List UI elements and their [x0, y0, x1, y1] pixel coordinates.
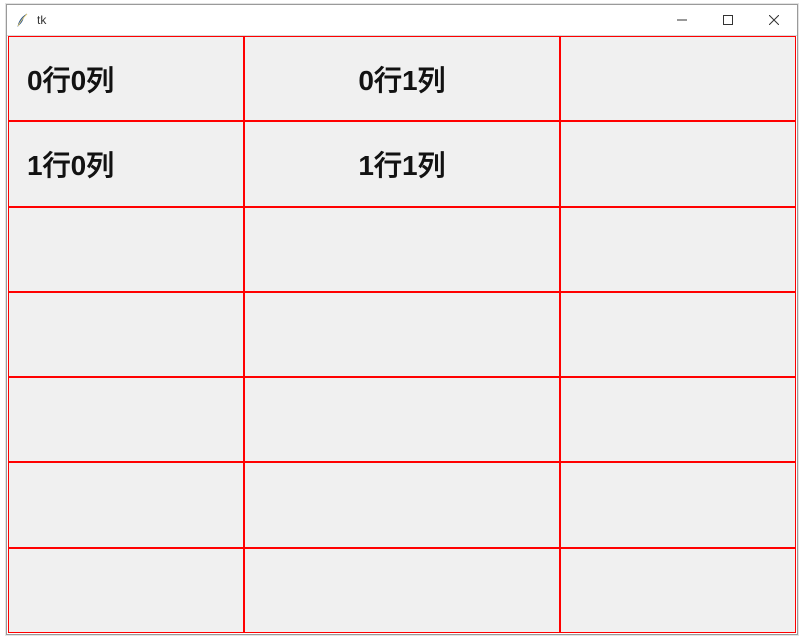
minimize-button[interactable]: [659, 5, 705, 35]
maximize-button[interactable]: [705, 5, 751, 35]
grid-cell-r4-c2: [560, 377, 796, 462]
grid-cell-label: 0行1列: [358, 59, 445, 99]
grid-cell-r2-c1: [244, 207, 559, 292]
titlebar: tk: [7, 5, 797, 36]
grid-cell-r1-c1: 1行1列: [244, 121, 559, 206]
grid-cell-r5-c1: [244, 462, 559, 547]
grid-cell-r5-c0: [8, 462, 244, 547]
grid-cell-r4-c0: [8, 377, 244, 462]
grid-cell-r6-c0: [8, 548, 244, 633]
grid-cell-r0-c1: 0行1列: [244, 36, 559, 121]
grid-cell-label: 1行0列: [27, 144, 114, 184]
grid-cell-label: 1行1列: [358, 144, 445, 184]
grid-cell-r5-c2: [560, 462, 796, 547]
grid-cell-r4-c1: [244, 377, 559, 462]
grid-cell-r0-c0: 0行0列: [8, 36, 244, 121]
grid-cell-label: 0行0列: [27, 59, 114, 99]
grid-cell-r3-c1: [244, 292, 559, 377]
app-window: tk 0行0列 0行1列 1行0列 1行1列: [6, 4, 798, 635]
grid: 0行0列 0行1列 1行0列 1行1列: [8, 36, 796, 633]
grid-cell-r3-c0: [8, 292, 244, 377]
grid-cell-r2-c0: [8, 207, 244, 292]
app-feather-icon: [15, 12, 31, 28]
close-button[interactable]: [751, 5, 797, 35]
grid-cell-r6-c2: [560, 548, 796, 633]
grid-cell-r3-c2: [560, 292, 796, 377]
grid-cell-r6-c1: [244, 548, 559, 633]
window-title: tk: [37, 13, 46, 27]
grid-cell-r1-c2: [560, 121, 796, 206]
grid-cell-r2-c2: [560, 207, 796, 292]
client-area: 0行0列 0行1列 1行0列 1行1列: [8, 36, 796, 633]
grid-cell-r1-c0: 1行0列: [8, 121, 244, 206]
grid-cell-r0-c2: [560, 36, 796, 121]
